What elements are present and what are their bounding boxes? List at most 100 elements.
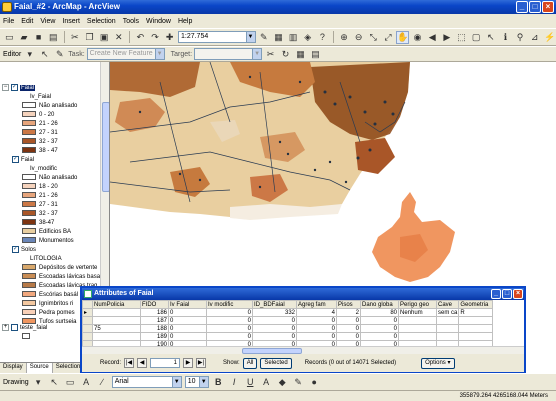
undo-icon[interactable]: ↶ <box>134 31 147 44</box>
menu-tools[interactable]: Tools <box>123 18 139 25</box>
column-header[interactable]: Iv modific <box>206 300 253 309</box>
column-header[interactable]: Pisos <box>336 300 361 309</box>
layer-name[interactable]: Faial <box>21 157 34 163</box>
full-extent-icon[interactable]: ◉ <box>411 31 424 44</box>
chevron-down-icon[interactable]: ▾ <box>23 48 36 61</box>
zoom-in-icon[interactable]: ⊕ <box>338 31 351 44</box>
layer-visibility-checkbox[interactable]: ✓ <box>12 246 19 253</box>
tab-source[interactable]: Source <box>26 363 53 373</box>
new-document-icon[interactable]: ▭ <box>3 31 16 44</box>
forward-extent-icon[interactable]: ▶ <box>441 31 454 44</box>
print-icon[interactable]: ▤ <box>47 31 60 44</box>
column-header[interactable]: NumPolicia <box>92 300 141 309</box>
measure-icon[interactable]: ⊿ <box>528 31 541 44</box>
column-header[interactable]: Dano globa <box>360 300 399 309</box>
arccatalog-icon[interactable]: ▥ <box>287 31 300 44</box>
italic-icon[interactable]: I <box>228 376 241 389</box>
fixed-zoom-in-icon[interactable]: ⤡ <box>367 31 380 44</box>
task-combo[interactable]: Create New Feature ▼ <box>86 48 165 60</box>
collapse-icon[interactable]: − <box>2 84 9 91</box>
font-size-combo[interactable]: 10 ▼ <box>184 376 209 388</box>
layer-solos[interactable]: ✓ Solos <box>12 246 36 255</box>
target-combo[interactable]: ▼ <box>194 48 263 60</box>
copy-icon[interactable]: ❐ <box>83 31 96 44</box>
column-header[interactable]: Cave <box>435 300 460 309</box>
arctoolbox-icon[interactable]: ▦ <box>272 31 285 44</box>
next-record-button[interactable]: ▶ <box>183 358 194 368</box>
row-selector[interactable]: ▸ <box>82 308 93 317</box>
column-header[interactable]: ID_BDFaial <box>252 300 297 309</box>
chevron-down-icon[interactable]: ▼ <box>245 32 255 42</box>
layer-teste-faial[interactable]: + teste_faial <box>2 324 47 333</box>
menu-edit[interactable]: Edit <box>21 18 33 25</box>
horizontal-scrollbar[interactable] <box>82 346 524 354</box>
line-tool-icon[interactable]: ∕ <box>96 376 109 389</box>
select-features-icon[interactable]: ⬚ <box>455 31 468 44</box>
maximize-button[interactable]: □ <box>529 1 541 13</box>
map-scale-combo[interactable]: 1:27.754 ▼ <box>177 31 256 43</box>
line-color-icon[interactable]: ✎ <box>292 376 305 389</box>
column-header[interactable]: Perigo geo <box>398 300 437 309</box>
last-record-button[interactable]: ▶| <box>196 358 207 368</box>
pan-icon[interactable]: ✋ <box>396 30 410 44</box>
minimize-button[interactable]: _ <box>491 289 501 299</box>
layer-icon[interactable]: ◈ <box>301 31 314 44</box>
menu-help[interactable]: Help <box>178 18 192 25</box>
save-icon[interactable]: ■ <box>32 31 45 44</box>
menu-view[interactable]: View <box>40 18 55 25</box>
layer-visibility-checkbox[interactable]: ✓ <box>11 84 18 91</box>
chevron-down-icon[interactable]: ▼ <box>252 49 262 59</box>
row-selector[interactable] <box>82 332 93 341</box>
expand-icon[interactable]: + <box>2 324 9 331</box>
close-button[interactable]: × <box>513 289 523 299</box>
column-header[interactable]: Iv Faial <box>168 300 207 309</box>
cut-icon[interactable]: ✂ <box>69 31 82 44</box>
record-number-input[interactable]: 1 <box>150 358 181 368</box>
bold-icon[interactable]: B <box>212 376 225 389</box>
layer-name[interactable]: teste_faial <box>20 325 47 331</box>
split-tool-icon[interactable]: ✂ <box>264 48 277 61</box>
select-elements-icon[interactable]: ↖ <box>484 31 497 44</box>
find-icon[interactable]: ⚲ <box>514 31 527 44</box>
redo-icon[interactable]: ↷ <box>149 31 162 44</box>
select-elements-icon[interactable]: ↖ <box>48 376 61 389</box>
editor-menu[interactable]: Editor <box>3 51 21 58</box>
close-button[interactable]: × <box>542 1 554 13</box>
menu-file[interactable]: File <box>3 18 14 25</box>
font-color-icon[interactable]: A <box>260 376 273 389</box>
layer-faial-1[interactable]: − ✓ Faial <box>2 84 36 93</box>
table-row[interactable]: 189 0 0 0 0 0 0 <box>82 332 494 341</box>
whats-this-icon[interactable]: ? <box>316 31 329 44</box>
table-row[interactable]: 75 188 0 0 0 0 0 0 <box>82 324 494 333</box>
sketch-properties-icon[interactable]: ▤ <box>309 48 322 61</box>
rotate-tool-icon[interactable]: ↻ <box>279 48 292 61</box>
hyperlink-icon[interactable]: ⚡ <box>543 31 556 44</box>
fixed-zoom-out-icon[interactable]: ⤢ <box>382 31 395 44</box>
table-row[interactable]: 187 0 0 0 0 0 0 <box>82 316 494 325</box>
show-selected-button[interactable]: Selected <box>260 357 292 369</box>
open-folder-icon[interactable]: ▰ <box>18 31 31 44</box>
tab-display[interactable]: Display <box>0 363 27 373</box>
chevron-down-icon[interactable]: ▼ <box>154 49 164 59</box>
column-header[interactable]: Agreg fam <box>296 300 337 309</box>
drawing-menu[interactable]: Drawing <box>3 379 29 386</box>
layer-name[interactable]: Faial <box>20 85 36 92</box>
maximize-button[interactable]: □ <box>502 289 512 299</box>
options-button[interactable]: Options ▾ <box>421 357 455 369</box>
chevron-down-icon[interactable]: ▼ <box>198 377 208 387</box>
layer-visibility-checkbox[interactable]: ✓ <box>12 156 19 163</box>
marker-color-icon[interactable]: ● <box>308 376 321 389</box>
column-header[interactable]: Geometria <box>458 300 494 309</box>
underline-icon[interactable]: U <box>244 376 257 389</box>
row-selector[interactable] <box>82 316 93 325</box>
column-header[interactable]: FIDO <box>140 300 169 309</box>
paste-icon[interactable]: ▣ <box>98 31 111 44</box>
editor-toolbar-icon[interactable]: ✎ <box>258 31 271 44</box>
fill-color-icon[interactable]: ◆ <box>276 376 289 389</box>
text-tool-icon[interactable]: A <box>80 376 93 389</box>
zoom-out-icon[interactable]: ⊖ <box>352 31 365 44</box>
show-all-button[interactable]: All <box>242 357 258 369</box>
rectangle-tool-icon[interactable]: ▭ <box>64 376 77 389</box>
layer-faial-2[interactable]: ✓ Faial <box>12 156 34 165</box>
chevron-down-icon[interactable]: ▼ <box>171 377 181 387</box>
